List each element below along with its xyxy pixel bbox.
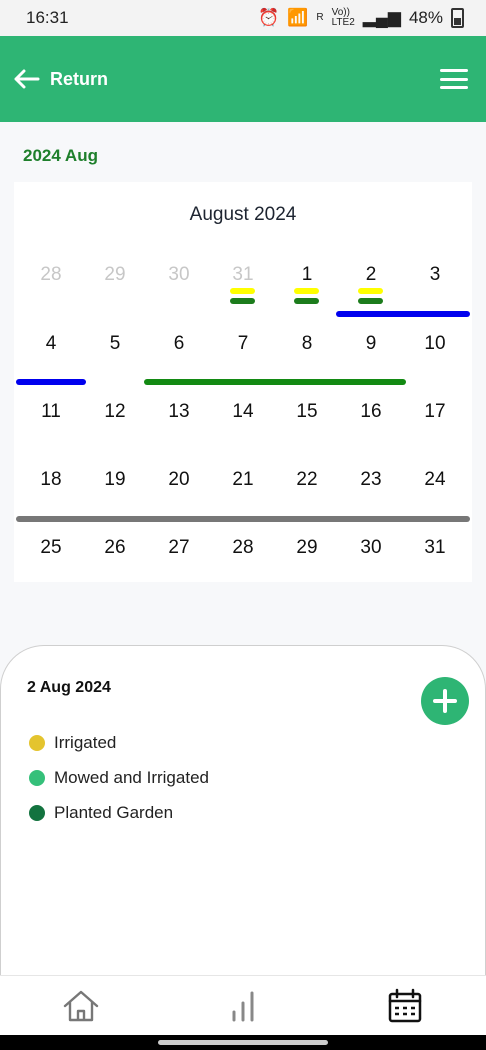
legend-item-planted: Planted Garden [29,803,173,823]
status-icons: ⏰ 📶 R Vo)) LTE2 ▂▄▆ 48% [258,8,464,28]
calendar-day[interactable]: 13 [151,401,207,423]
calendar-day[interactable]: 1 [279,264,335,286]
calendar-day[interactable]: 10 [407,333,463,355]
calendar-day[interactable]: 25 [23,537,79,559]
alarm-icon: ⏰ [258,8,280,27]
return-button[interactable]: Return [14,69,108,90]
nav-home[interactable] [41,976,121,1036]
battery-text: 48% [408,8,443,27]
calendar-day[interactable]: 28 [215,537,271,559]
return-label: Return [50,68,108,89]
legend-item-irrigated: Irrigated [29,733,116,753]
calendar-day[interactable]: 20 [151,469,207,491]
app-header: Return [0,36,486,122]
calendar: August 2024 28 29 30 31 1 2 3 4 5 6 7 8 9 10 11 12 13 14 1… [14,182,472,582]
calendar-day[interactable]: 6 [151,333,207,355]
calendar-day[interactable]: 5 [87,333,143,355]
calendar-day[interactable]: 26 [87,537,143,559]
legend-label: Planted Garden [54,803,174,822]
signal-icon: ▂▄▆ [362,8,401,27]
hamburger-icon[interactable] [440,69,468,89]
calendar-day[interactable]: 30 [151,264,207,286]
calendar-day[interactable]: 21 [215,469,271,491]
day-details-sheet: 2 Aug 2024 Irrigated Mowed and Irrigated… [0,645,486,975]
irrigated-dot-icon [29,735,45,751]
event-bar-gray-18-24 [16,516,470,522]
status-time: 16:31 [26,8,69,27]
legend-item-mowed: Mowed and Irrigated [29,768,209,788]
calendar-day[interactable]: 11 [23,401,79,423]
nav-calendar[interactable] [365,976,445,1036]
event-bar-irrigated-2 [358,288,383,294]
selected-date: 2 Aug 2024 [27,679,111,696]
calendar-day[interactable]: 27 [151,537,207,559]
battery-icon [451,8,464,28]
volte-text: Vo)) LTE2 [331,7,355,28]
calendar-icon [388,988,422,1023]
signal-r-text: R [316,12,324,23]
calendar-day[interactable]: 2 [343,264,399,286]
calendar-day[interactable]: 31 [407,537,463,559]
calendar-day[interactable]: 7 [215,333,271,355]
event-bar-green-6-9 [144,379,406,385]
plus-icon [433,689,457,713]
calendar-day[interactable]: 31 [215,264,271,286]
event-bar-planted-1 [294,298,319,304]
calendar-day[interactable]: 16 [343,401,399,423]
calendar-day[interactable]: 18 [23,469,79,491]
status-bar: 16:31 ⏰ 📶 R Vo)) LTE2 ▂▄▆ 48% [0,0,486,36]
home-icon [63,990,99,1022]
chart-icon [232,991,254,1022]
wifi-icon: 📶 [287,8,309,27]
add-event-button[interactable] [421,677,469,725]
mowed-dot-icon [29,770,45,786]
calendar-day[interactable]: 29 [279,537,335,559]
calendar-day[interactable]: 22 [279,469,335,491]
home-indicator[interactable] [158,1040,328,1045]
calendar-day[interactable]: 9 [343,333,399,355]
calendar-day[interactable]: 28 [23,264,79,286]
bottom-navigation [0,975,486,1036]
calendar-day[interactable]: 17 [407,401,463,423]
calendar-day[interactable]: 23 [343,469,399,491]
event-bar-irrigated-1 [294,288,319,294]
event-bar-irrigated-31 [230,288,255,294]
calendar-day[interactable]: 15 [279,401,335,423]
calendar-day[interactable]: 12 [87,401,143,423]
calendar-day[interactable]: 4 [23,333,79,355]
calendar-day[interactable]: 14 [215,401,271,423]
calendar-day[interactable]: 8 [279,333,335,355]
planted-dot-icon [29,805,45,821]
calendar-day[interactable]: 30 [343,537,399,559]
calendar-day[interactable]: 3 [407,264,463,286]
calendar-title: August 2024 [189,204,297,225]
event-bar-blue-2-3 [336,311,470,317]
month-label: 2024 Aug [23,146,98,165]
event-bar-planted-31 [230,298,255,304]
event-bar-blue-4 [16,379,86,385]
nav-stats[interactable] [203,976,283,1036]
back-arrow-icon [14,69,40,89]
calendar-day[interactable]: 29 [87,264,143,286]
legend-label: Mowed and Irrigated [54,768,209,787]
calendar-day[interactable]: 24 [407,469,463,491]
legend-label: Irrigated [54,733,117,752]
event-bar-planted-2 [358,298,383,304]
calendar-day[interactable]: 19 [87,469,143,491]
